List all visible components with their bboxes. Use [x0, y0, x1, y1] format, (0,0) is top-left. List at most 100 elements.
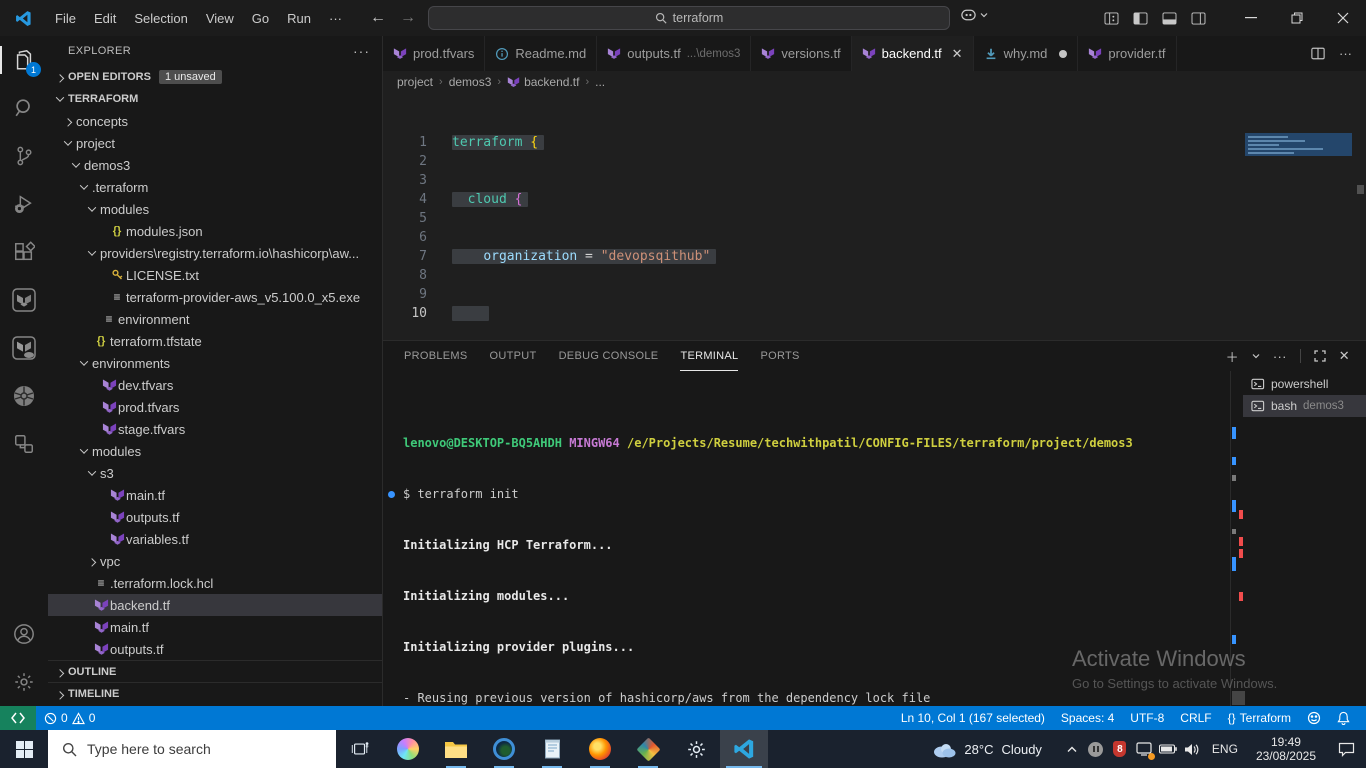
- back-arrow-icon[interactable]: ←: [370, 9, 386, 27]
- tree-item-environment[interactable]: ≡environment: [48, 308, 382, 330]
- explorer-more-actions-icon[interactable]: ···: [353, 43, 370, 59]
- session-bash[interactable]: bash demos3: [1243, 395, 1366, 417]
- feedback-smiley-icon[interactable]: [1299, 706, 1329, 730]
- panel-more-actions-icon[interactable]: ···: [1273, 349, 1287, 364]
- tree-item-s3[interactable]: s3: [48, 462, 382, 484]
- browser-icon[interactable]: [480, 730, 528, 768]
- close-window-button[interactable]: [1320, 0, 1366, 36]
- menu-run[interactable]: Run: [278, 11, 320, 26]
- volume-icon[interactable]: [1180, 730, 1204, 768]
- tree-item-dot-terraform[interactable]: .terraform: [48, 176, 382, 198]
- maximize-panel-icon[interactable]: [1314, 350, 1326, 362]
- vscode-taskbar-icon[interactable]: [720, 730, 768, 768]
- cloud-sync-icon[interactable]: [1084, 730, 1108, 768]
- tree-item-tfstate[interactable]: {}terraform.tfstate: [48, 330, 382, 352]
- tab-terminal[interactable]: TERMINAL: [680, 341, 738, 371]
- close-panel-icon[interactable]: ✕: [1339, 348, 1350, 364]
- tab-ports[interactable]: PORTS: [760, 341, 799, 371]
- minimize-button[interactable]: [1228, 0, 1274, 36]
- breadcrumb-project[interactable]: project: [397, 75, 433, 89]
- taskbar-search[interactable]: Type here to search: [48, 730, 336, 768]
- toggle-secondary-sidebar-icon[interactable]: [1191, 12, 1206, 25]
- eol-status[interactable]: CRLF: [1172, 706, 1219, 730]
- breadcrumb-symbol[interactable]: ...: [595, 75, 605, 89]
- copilot-menu-button[interactable]: [960, 8, 988, 22]
- kubernetes-view-icon[interactable]: [0, 372, 48, 420]
- tree-item-main-tf[interactable]: main.tf: [48, 616, 382, 638]
- tree-item-modules[interactable]: modules: [48, 198, 382, 220]
- copilot-app-icon[interactable]: [384, 730, 432, 768]
- source-control-icon[interactable]: [0, 132, 48, 180]
- tab-problems[interactable]: PROBLEMS: [404, 341, 468, 371]
- display-notify-icon[interactable]: [1132, 730, 1156, 768]
- menu-view[interactable]: View: [197, 11, 243, 26]
- terminal-profile-chevron-icon[interactable]: [1252, 353, 1260, 359]
- remote-indicator[interactable]: [0, 706, 36, 730]
- tree-item-s3-main[interactable]: main.tf: [48, 484, 382, 506]
- tree-item-providers[interactable]: providers\registry.terraform.io\hashicor…: [48, 242, 382, 264]
- tab-output[interactable]: OUTPUT: [490, 341, 537, 371]
- encoding-status[interactable]: UTF-8: [1122, 706, 1172, 730]
- breadcrumb-demos3[interactable]: demos3: [449, 75, 492, 89]
- terraform-view-icon[interactable]: [0, 276, 48, 324]
- menu-file[interactable]: File: [46, 11, 85, 26]
- cursor-position-status[interactable]: Ln 10, Col 1 (167 selected): [893, 706, 1053, 730]
- settings-gear-icon[interactable]: [0, 658, 48, 706]
- forward-arrow-icon[interactable]: →: [400, 9, 416, 27]
- terraform-cloud-view-icon[interactable]: [0, 324, 48, 372]
- tree-item-modules-2[interactable]: modules: [48, 440, 382, 462]
- close-tab-icon[interactable]: ✕: [952, 46, 963, 62]
- tab-provider-tf[interactable]: provider.tf: [1078, 36, 1176, 71]
- clock[interactable]: 19:49 23/08/2025: [1246, 735, 1326, 763]
- tree-item-s3-variables[interactable]: variables.tf: [48, 528, 382, 550]
- menu-edit[interactable]: Edit: [85, 11, 125, 26]
- hidden-icons-chevron[interactable]: [1060, 730, 1084, 768]
- file-explorer-icon[interactable]: [432, 730, 480, 768]
- editor-scrollbar[interactable]: [1357, 185, 1364, 194]
- tree-item-backend-tf[interactable]: backend.tf: [48, 594, 382, 616]
- breadcrumb-file[interactable]: backend.tf: [524, 75, 579, 89]
- tree-item-concepts[interactable]: concepts: [48, 110, 382, 132]
- terminal[interactable]: lenovo@DESKTOP-BQ5AHDH MINGW64 /e/Projec…: [383, 371, 1232, 706]
- outline-section[interactable]: OUTLINE: [48, 660, 382, 682]
- tab-why-md[interactable]: why.md: [974, 36, 1079, 71]
- tree-item-demos3[interactable]: demos3: [48, 154, 382, 176]
- problems-status[interactable]: 0 0: [36, 706, 103, 730]
- split-editor-icon[interactable]: [1311, 47, 1325, 60]
- notifications-bell-icon[interactable]: [1329, 706, 1358, 730]
- language-indicator[interactable]: ENG: [1204, 742, 1246, 756]
- extensions-icon[interactable]: [0, 228, 48, 276]
- tab-backend-tf[interactable]: backend.tf✕: [852, 36, 974, 71]
- toggle-primary-sidebar-icon[interactable]: [1133, 12, 1148, 25]
- tree-item-stage-tfvars[interactable]: stage.tfvars: [48, 418, 382, 440]
- restore-button[interactable]: [1274, 0, 1320, 36]
- tab-prod-tfvars[interactable]: prod.tfvars: [383, 36, 485, 71]
- toggle-panel-icon[interactable]: [1162, 12, 1177, 25]
- battery-icon[interactable]: [1156, 730, 1180, 768]
- notification-center-icon[interactable]: [1326, 730, 1366, 768]
- menu-overflow-icon[interactable]: ···: [320, 11, 351, 26]
- tree-item-outputs-tf[interactable]: outputs.tf: [48, 638, 382, 660]
- new-terminal-icon[interactable]: ＋: [1226, 347, 1239, 366]
- security-app-icon[interactable]: 8: [1108, 730, 1132, 768]
- indentation-status[interactable]: Spaces: 4: [1053, 706, 1122, 730]
- command-center-search[interactable]: terraform: [428, 6, 950, 30]
- tab-debug-console[interactable]: DEBUG CONSOLE: [559, 341, 659, 371]
- terminal-scrollbar[interactable]: [1232, 691, 1245, 705]
- search-view-icon[interactable]: [0, 84, 48, 132]
- open-editors-section[interactable]: OPEN EDITORS 1 unsaved: [48, 66, 382, 88]
- notepad-icon[interactable]: [528, 730, 576, 768]
- tree-item-environments[interactable]: environments: [48, 352, 382, 374]
- minimap[interactable]: [1245, 93, 1352, 323]
- tree-item-lock-hcl[interactable]: ≡.terraform.lock.hcl: [48, 572, 382, 594]
- customize-layout-icon[interactable]: [1104, 12, 1119, 25]
- diamond-app-icon[interactable]: [624, 730, 672, 768]
- tab-readme-md[interactable]: Readme.md: [485, 36, 597, 71]
- remote-explorer-icon[interactable]: [0, 420, 48, 468]
- code-editor[interactable]: 12345678910 terraform { cloud { organiza…: [383, 93, 1366, 340]
- menu-go[interactable]: Go: [243, 11, 278, 26]
- tab-outputs-tf[interactable]: outputs.tf...\demos3: [597, 36, 751, 71]
- tree-item-s3-outputs[interactable]: outputs.tf: [48, 506, 382, 528]
- settings-app-icon[interactable]: [672, 730, 720, 768]
- session-powershell[interactable]: powershell: [1243, 373, 1366, 395]
